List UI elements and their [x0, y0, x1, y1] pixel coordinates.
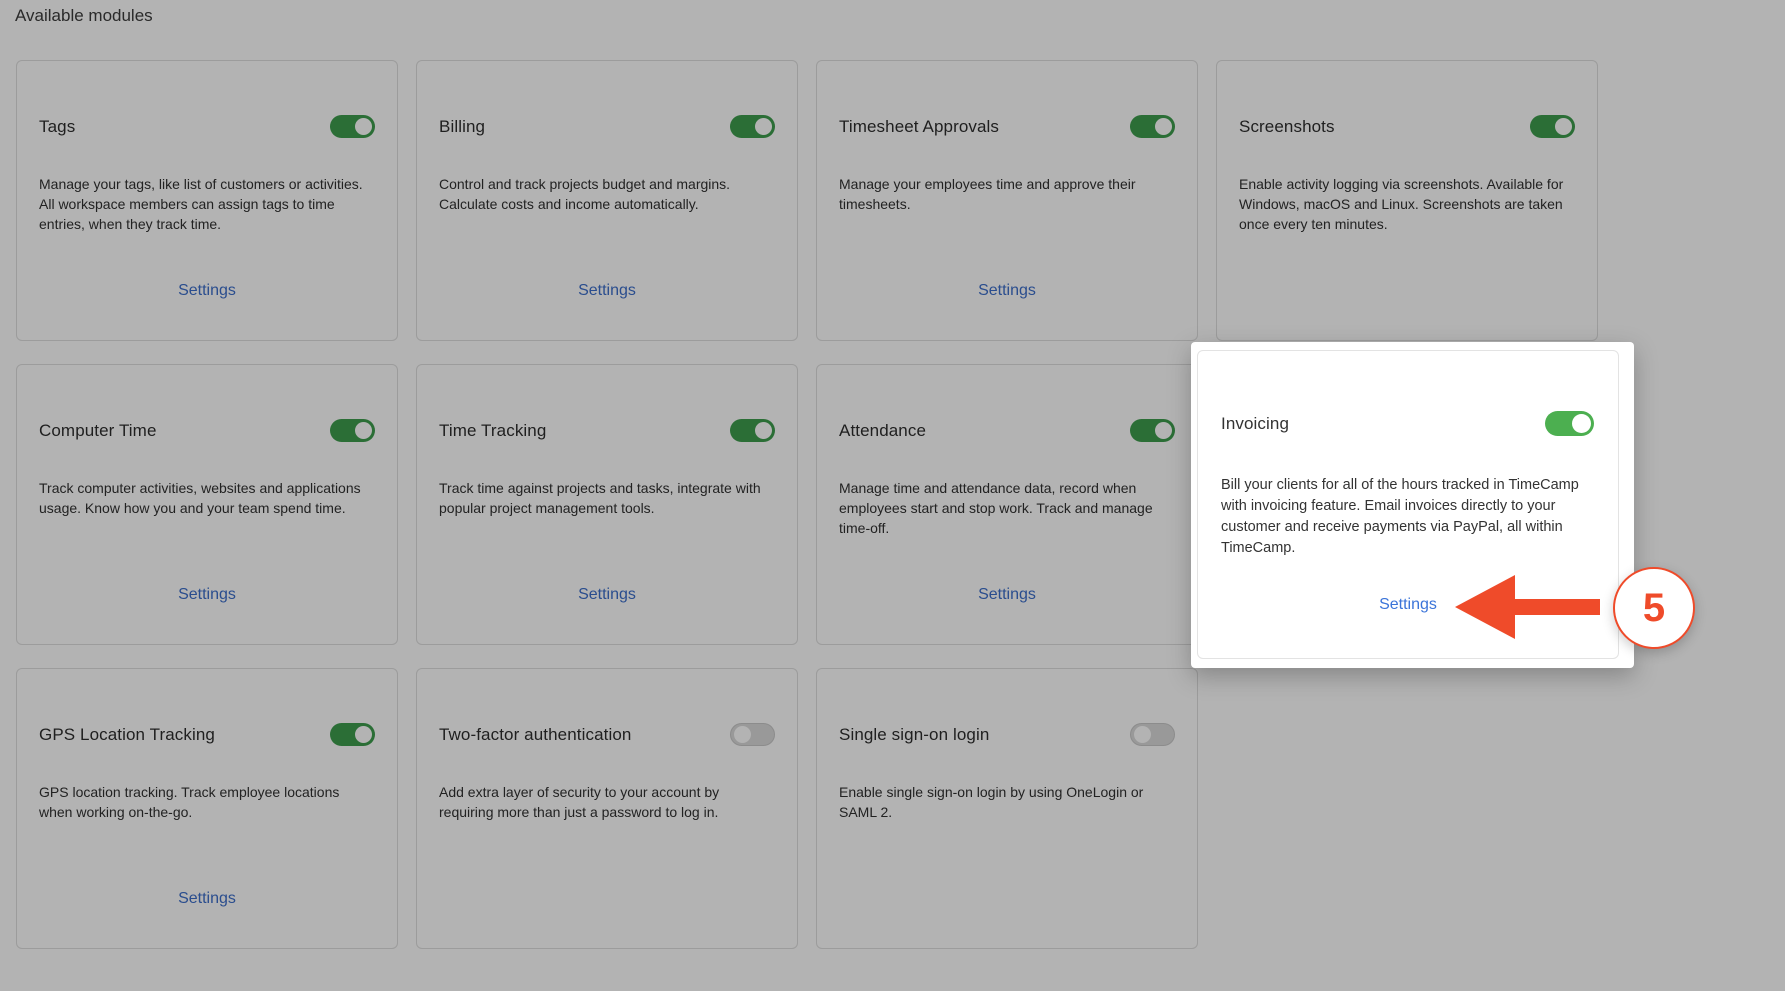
module-title: Attendance: [839, 420, 927, 440]
module-description: Manage time and attendance data, record …: [839, 480, 1153, 536]
toggle-knob: [355, 422, 372, 439]
toggle-knob: [734, 726, 751, 743]
module-title: Computer Time: [39, 420, 157, 440]
module-card-timesheet-approvals: Timesheet Approvals Manage your employee…: [816, 60, 1198, 341]
module-title: Billing: [439, 116, 486, 136]
module-card-attendance: Attendance Manage time and attendance da…: [816, 364, 1198, 645]
toggle-knob: [355, 118, 372, 135]
module-card-header: Tags: [39, 115, 375, 138]
module-card-billing: Billing Control and track projects budge…: [416, 60, 798, 341]
module-toggle[interactable]: [1545, 411, 1594, 436]
module-toggle[interactable]: [330, 115, 375, 138]
toggle-knob: [755, 422, 772, 439]
module-toggle[interactable]: [730, 419, 775, 442]
module-description: GPS location tracking. Track employee lo…: [39, 784, 340, 820]
module-description: Enable activity logging via screenshots.…: [1239, 176, 1564, 232]
module-toggle[interactable]: [330, 419, 375, 442]
module-toggle[interactable]: [1130, 115, 1175, 138]
module-card-single-sign-on-login: Single sign-on login Enable single sign-…: [816, 668, 1198, 949]
module-title: Single sign-on login: [839, 724, 990, 744]
module-description: Control and track projects budget and ma…: [439, 176, 731, 212]
module-card-header: Attendance: [839, 419, 1175, 442]
toggle-knob: [1134, 726, 1151, 743]
toggle-knob: [1572, 414, 1591, 433]
module-title: Invoicing: [1221, 413, 1289, 433]
module-title: GPS Location Tracking: [39, 724, 215, 744]
module-settings-link[interactable]: Settings: [417, 586, 797, 604]
module-card-header: GPS Location Tracking: [39, 723, 375, 746]
module-card-two-factor-authentication: Two-factor authentication Add extra laye…: [416, 668, 798, 949]
module-title: Screenshots: [1239, 116, 1335, 136]
module-toggle[interactable]: [1130, 723, 1175, 746]
module-description: Enable single sign-on login by using One…: [839, 784, 1144, 820]
module-settings-link[interactable]: Settings: [817, 282, 1197, 300]
toggle-knob: [355, 726, 372, 743]
arrow-left-icon: [1455, 575, 1600, 639]
module-toggle[interactable]: [1130, 419, 1175, 442]
module-card-header: Timesheet Approvals: [839, 115, 1175, 138]
module-description: Bill your clients for all of the hours t…: [1221, 477, 1579, 556]
module-title: Timesheet Approvals: [839, 116, 1000, 136]
module-toggle[interactable]: [730, 723, 775, 746]
module-title: Time Tracking: [439, 420, 547, 440]
module-title: Two-factor authentication: [439, 724, 632, 744]
step-badge: 5: [1613, 567, 1695, 649]
module-card-gps-location-tracking: GPS Location Tracking GPS location track…: [16, 668, 398, 949]
modules-page: Available modules Tags Manage your tags,…: [0, 0, 1785, 991]
module-toggle[interactable]: [730, 115, 775, 138]
module-description: Manage your employees time and approve t…: [839, 176, 1136, 212]
module-description: Add extra layer of security to your acco…: [439, 784, 720, 820]
module-toggle[interactable]: [330, 723, 375, 746]
toggle-knob: [755, 118, 772, 135]
module-title: Tags: [39, 116, 76, 136]
module-settings-link[interactable]: Settings: [17, 890, 397, 908]
module-card-screenshots: Screenshots Enable activity logging via …: [1216, 60, 1598, 341]
module-card-header: Billing: [439, 115, 775, 138]
module-card-header: Screenshots: [1239, 115, 1575, 138]
module-card-time-tracking: Time Tracking Track time against project…: [416, 364, 798, 645]
module-settings-link[interactable]: Settings: [17, 282, 397, 300]
module-card-header: Single sign-on login: [839, 723, 1175, 746]
toggle-knob: [1155, 422, 1172, 439]
module-description: Track computer activities, websites and …: [39, 480, 361, 516]
module-description: Manage your tags, like list of customers…: [39, 176, 363, 232]
toggle-knob: [1555, 118, 1572, 135]
module-card-header: Two-factor authentication: [439, 723, 775, 746]
module-settings-link[interactable]: Settings: [817, 586, 1197, 604]
module-card-header: Invoicing: [1221, 411, 1594, 436]
module-card-tags: Tags Manage your tags, like list of cust…: [16, 60, 398, 341]
module-settings-link[interactable]: Settings: [17, 586, 397, 604]
module-toggle[interactable]: [1530, 115, 1575, 138]
module-description: Track time against projects and tasks, i…: [439, 480, 761, 516]
toggle-knob: [1155, 118, 1172, 135]
module-card-header: Time Tracking: [439, 419, 775, 442]
module-card-header: Computer Time: [39, 419, 375, 442]
section-title: Available modules: [15, 6, 153, 25]
module-settings-link[interactable]: Settings: [417, 282, 797, 300]
module-card-computer-time: Computer Time Track computer activities,…: [16, 364, 398, 645]
